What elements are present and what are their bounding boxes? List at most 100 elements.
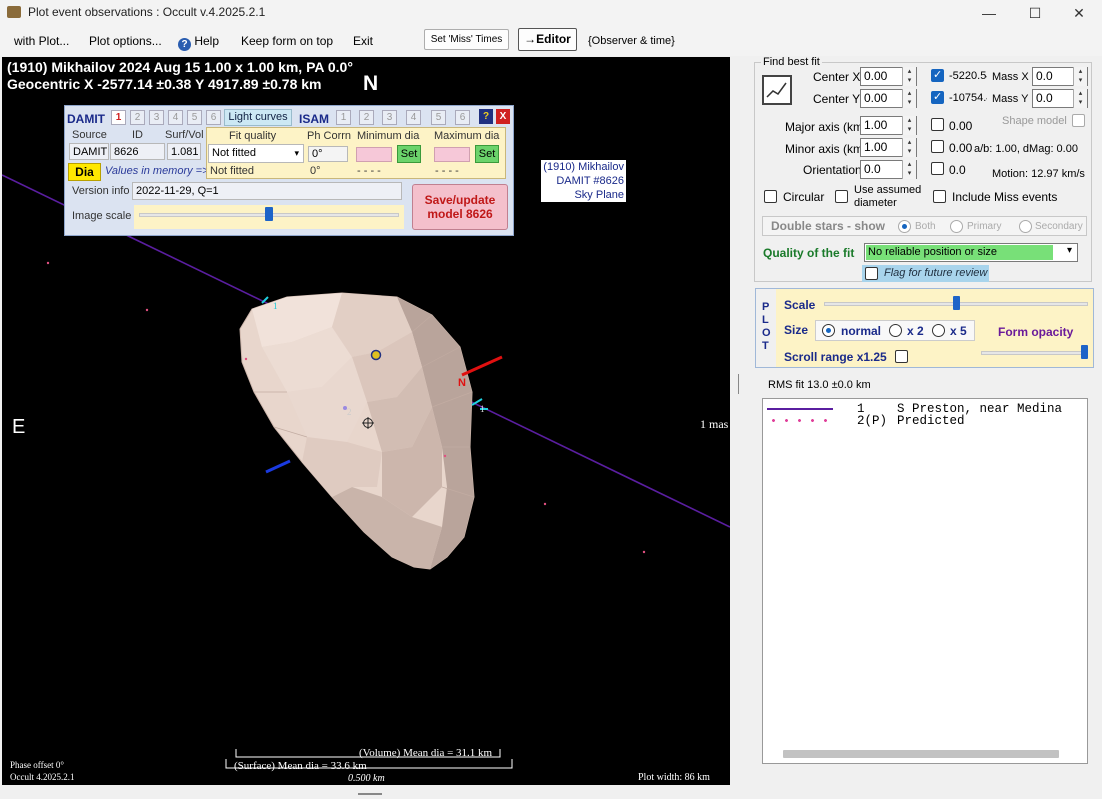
dia-button[interactable]: Dia [68, 163, 101, 181]
min-dia-field[interactable] [356, 147, 392, 162]
use-assumed-diameter-checkbox[interactable] [835, 190, 848, 203]
fit-quality-select[interactable]: Not fitted ▾ [208, 144, 304, 163]
observer-time-label[interactable]: {Observer & time} [588, 35, 675, 47]
damit-panel: DAMIT 1 2 3 4 5 6 Light curves ISAM 1 2 … [64, 105, 514, 236]
set-max-dia-button[interactable]: Set [475, 145, 499, 163]
help-icon: ? [178, 38, 191, 51]
maximize-icon[interactable]: ☐ [1012, 0, 1058, 26]
damit-close-icon[interactable]: X [496, 109, 510, 124]
secondary-radio[interactable] [1019, 220, 1032, 233]
scroll-range-checkbox[interactable] [895, 350, 908, 363]
menu-exit[interactable]: Exit [353, 34, 373, 48]
find-best-fit-label: Find best fit [761, 56, 822, 68]
legend-horizontal-scrollbar[interactable] [783, 750, 1059, 758]
center-y-checkbox[interactable] [931, 90, 944, 104]
app-icon [7, 6, 21, 18]
star-dot [543, 502, 547, 506]
plot-header-line2: Geocentric X -2577.14 ±0.38 Y 4917.89 ±0… [7, 76, 322, 92]
id-header: ID [132, 129, 143, 141]
damit-model-6[interactable]: 6 [206, 110, 221, 125]
menu-with-plot[interactable]: with Plot... [14, 34, 69, 48]
center-y-input[interactable]: 0.00 [860, 89, 917, 108]
legend-row-num: 2(P) [857, 414, 888, 428]
orientation-checkbox[interactable] [931, 162, 944, 175]
close-icon[interactable]: ✕ [1056, 0, 1102, 26]
star-dot [145, 308, 149, 312]
damit-model-2[interactable]: 2 [130, 110, 145, 125]
mass-x-label: Mass X [992, 71, 1029, 83]
primary-radio[interactable] [950, 220, 963, 233]
scale-slider[interactable] [824, 294, 1088, 314]
shape-model-checkbox[interactable] [1072, 114, 1085, 127]
menu-plot-options[interactable]: Plot options... [89, 34, 162, 48]
both-radio[interactable] [898, 220, 911, 233]
flag-review-label: Flag for future review [884, 267, 988, 279]
minimize-icon[interactable]: — [966, 0, 1012, 26]
max-dia-field[interactable] [434, 147, 470, 162]
size-x2-radio[interactable] [889, 324, 902, 337]
major-axis-input[interactable]: 1.00 [860, 116, 917, 135]
image-scale-slider[interactable] [134, 205, 404, 229]
form-opacity-thumb[interactable] [1081, 345, 1088, 359]
minor-axis-input[interactable]: 1.00 [860, 138, 917, 157]
legend-row-name: Predicted [897, 414, 965, 428]
include-miss-checkbox[interactable] [933, 190, 946, 203]
center-x-value: -5220.54 [949, 70, 987, 82]
chord-2-label: 2 [347, 407, 352, 417]
east-label: E [12, 416, 26, 438]
surf-vol-field: 1.081 [167, 143, 201, 160]
ph-corrn-field[interactable]: 0° [308, 146, 348, 162]
isam-model-6[interactable]: 6 [455, 110, 470, 125]
save-update-model-button[interactable]: Save/update model 8626 [412, 184, 508, 230]
isam-model-4[interactable]: 4 [406, 110, 421, 125]
legend-line-observer-1 [767, 408, 833, 410]
major-axis-value: 0.00 [949, 119, 973, 133]
values-in-memory-label: Values in memory => [105, 165, 209, 177]
source-field: DAMIT [69, 143, 109, 160]
damit-model-1[interactable]: 1 [111, 110, 126, 125]
size-x5-radio[interactable] [932, 324, 945, 337]
fit-quality-box: Fit quality Ph Corrn Minimum dia Maximum… [206, 127, 506, 179]
use-assumed-diameter-label: Use assumed diameter [854, 184, 922, 209]
scale-slider-thumb[interactable] [952, 296, 960, 310]
set-miss-times-button[interactable]: Set 'Miss' Times [424, 29, 509, 50]
light-curves-button[interactable]: Light curves [224, 109, 292, 126]
chevron-down-icon: ▾ [1066, 245, 1072, 256]
scale-km-label: 0.500 km [348, 773, 385, 784]
circular-checkbox[interactable] [764, 190, 777, 203]
secondary-label: Secondary [1035, 221, 1083, 232]
isam-model-1[interactable]: 1 [336, 110, 351, 125]
model-label-line: (1910) Mikhailov [543, 161, 624, 173]
isam-model-5[interactable]: 5 [431, 110, 446, 125]
menu-keep-on-top[interactable]: Keep form on top [241, 34, 333, 48]
damit-help-icon[interactable]: ? [479, 109, 493, 124]
mass-x-input[interactable]: 0.0 [1032, 67, 1088, 86]
pole-label: N [458, 377, 466, 389]
editor-button[interactable]: →Editor [518, 28, 577, 51]
image-scale-thumb[interactable] [265, 207, 273, 221]
damit-model-4[interactable]: 4 [168, 110, 183, 125]
set-min-dia-button[interactable]: Set [397, 145, 421, 163]
major-axis-checkbox[interactable] [931, 118, 944, 131]
damit-model-5[interactable]: 5 [187, 110, 202, 125]
form-opacity-slider[interactable] [981, 343, 1088, 363]
star-dot [642, 550, 646, 554]
panel-splitter[interactable] [738, 374, 739, 394]
best-fit-button[interactable] [762, 75, 792, 105]
center-x-input[interactable]: 0.00 [860, 67, 917, 86]
observer-legend-list[interactable]: 1 S Preston, near Medina 2(P) Predicted [762, 398, 1088, 764]
minor-axis-checkbox[interactable] [931, 140, 944, 153]
mass-y-input[interactable]: 0.0 [1032, 89, 1088, 108]
damit-model-3[interactable]: 3 [149, 110, 164, 125]
bottom-grip[interactable] [358, 793, 382, 795]
scale-mas-label: 1 mas [700, 417, 729, 431]
menu-help[interactable]: ? Help [178, 34, 219, 51]
quality-of-fit-select[interactable]: No reliable position or size ▾ [864, 243, 1078, 262]
isam-model-2[interactable]: 2 [359, 110, 374, 125]
size-normal-radio[interactable] [822, 324, 835, 337]
flag-review-checkbox[interactable] [865, 267, 878, 280]
center-x-checkbox[interactable] [931, 68, 944, 82]
isam-model-3[interactable]: 3 [382, 110, 397, 125]
orientation-input[interactable]: 0.0 [860, 160, 917, 179]
fit-quality-header: Fit quality [229, 130, 277, 142]
